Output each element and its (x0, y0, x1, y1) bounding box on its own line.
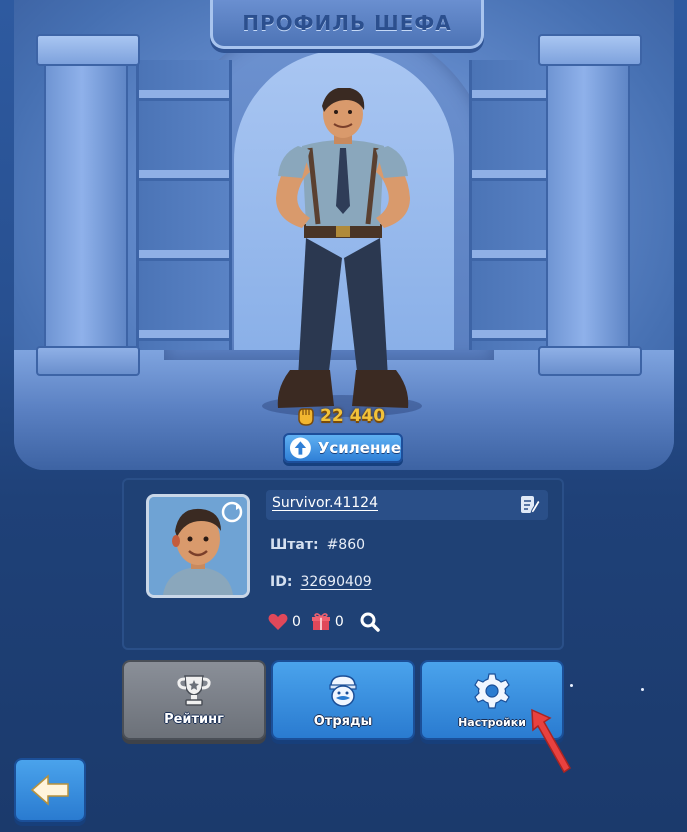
chef-character[interactable] (258, 88, 428, 418)
trophy-icon (177, 674, 211, 706)
avatar[interactable] (146, 494, 250, 598)
shelf-left (136, 60, 232, 350)
gifts-count: 0 (334, 614, 344, 630)
state-label: Штат: (270, 537, 319, 553)
back-arrow-icon (30, 774, 69, 806)
gear-icon (474, 672, 510, 709)
squads-button[interactable]: Отряды (271, 660, 415, 740)
profile-card: Survivor.41124 Штат: #860 ID: 32690409 0 (122, 478, 564, 650)
upgrade-label: Усиление (317, 439, 401, 457)
likes-stat[interactable]: 0 (268, 613, 301, 631)
gift-icon (311, 613, 330, 630)
title-plaque: ПРОФИЛЬ ШЕФА (210, 0, 484, 49)
squads-label: Отряды (313, 713, 373, 729)
id-value[interactable]: 32690409 (300, 574, 371, 590)
arrow-up-icon (289, 437, 311, 459)
likes-count: 0 (292, 614, 301, 630)
sparkle (641, 688, 644, 691)
power-display: 22 440 (294, 404, 385, 428)
back-button[interactable] (14, 758, 86, 822)
sparkle (570, 684, 573, 687)
squad-icon (329, 674, 357, 707)
state-row: Штат: #860 (270, 537, 365, 553)
game-screen: ПРОФИЛЬ ШЕФА 22 440 Усиление Survivor.41… (0, 0, 687, 832)
pillar-right (538, 34, 642, 376)
name-field[interactable]: Survivor.41124 (266, 490, 548, 520)
profile-stats: 0 0 (268, 612, 380, 632)
gifts-stat[interactable]: 0 (311, 613, 344, 631)
heart-icon (268, 613, 288, 630)
search-icon[interactable] (360, 612, 380, 632)
player-name: Survivor.41124 (272, 495, 378, 511)
pillar-left (36, 34, 140, 376)
page-title: ПРОФИЛЬ ШЕФА (242, 11, 452, 35)
id-label: ID: (270, 574, 293, 590)
rating-button[interactable]: Рейтинг (122, 660, 266, 740)
fist-icon (298, 408, 314, 426)
swap-avatar-icon[interactable] (221, 501, 243, 523)
edit-name-icon[interactable] (518, 494, 540, 516)
upgrade-button[interactable]: Усиление (283, 433, 403, 463)
power-value: 22 440 (320, 406, 386, 426)
settings-label: Настройки (458, 715, 526, 729)
rating-label: Рейтинг (164, 711, 224, 727)
hint-arrow-icon (531, 708, 571, 774)
id-row: ID: 32690409 (270, 574, 372, 590)
state-value: #860 (326, 537, 366, 553)
